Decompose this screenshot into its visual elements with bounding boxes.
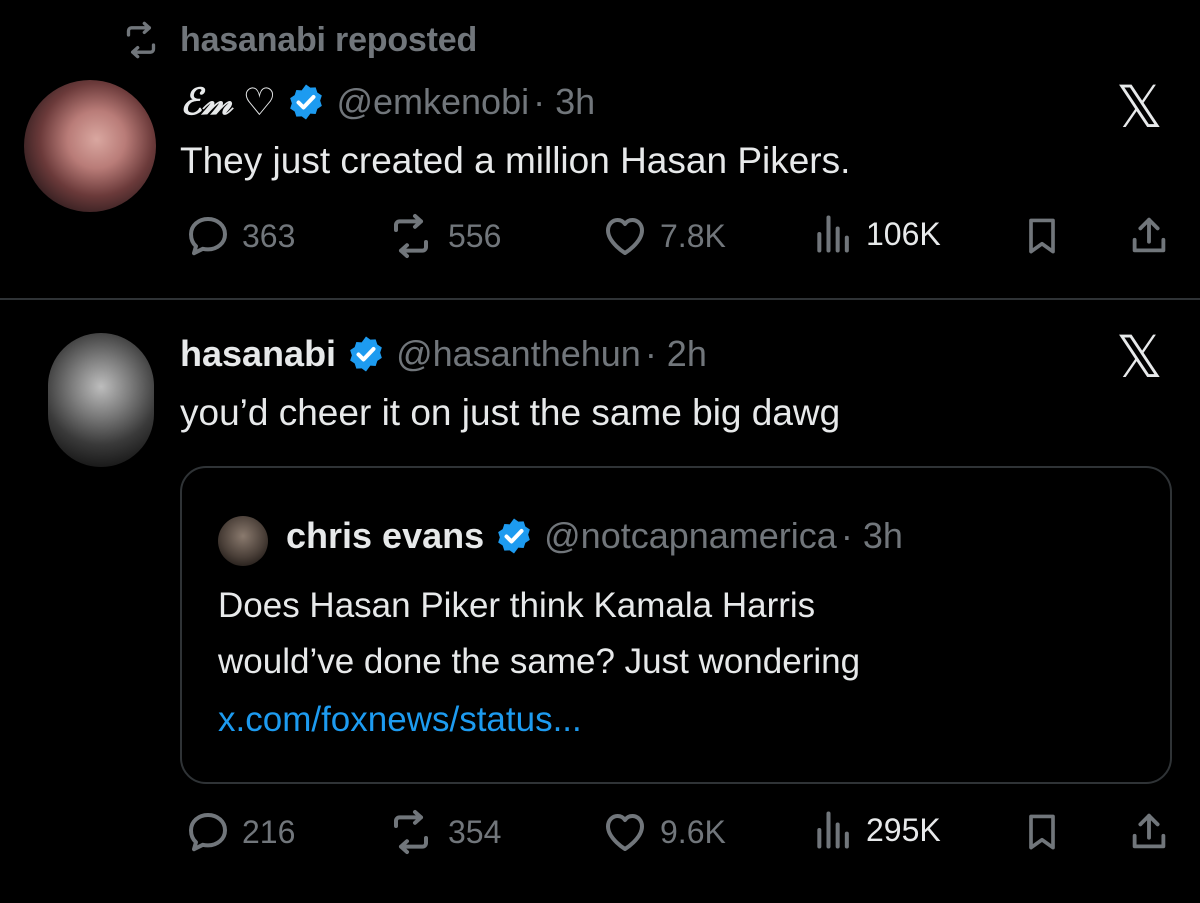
- avatar[interactable]: [48, 333, 154, 467]
- display-name[interactable]: hasanabi: [180, 333, 336, 375]
- verified-badge-icon: [286, 82, 326, 122]
- x-logo-icon: 𝕏: [1116, 73, 1163, 141]
- bookmark-icon: [1020, 808, 1064, 856]
- repost-icon: [118, 20, 164, 60]
- quote-header: chris evans @notcapnamerica · 3h: [286, 512, 903, 560]
- reply-count: 363: [242, 217, 296, 254]
- repost-header: hasanabi reposted: [118, 20, 477, 60]
- display-name[interactable]: chris evans: [286, 515, 484, 557]
- timestamp[interactable]: · 3h: [533, 81, 595, 123]
- views-count: 106K: [866, 215, 941, 252]
- like-count: 9.6K: [660, 813, 726, 850]
- views-button[interactable]: 295K: [812, 808, 941, 852]
- tweet-text: They just created a million Hasan Pikers…: [180, 140, 851, 181]
- handle[interactable]: @notcapnamerica: [544, 515, 837, 557]
- handle[interactable]: @hasanthehun: [396, 333, 641, 375]
- repost-count: 354: [448, 813, 502, 850]
- share-icon: [1126, 212, 1172, 260]
- tweet2-actions: 216 354 9.6K 295K: [0, 808, 1200, 858]
- verified-badge-icon: [494, 516, 534, 556]
- views-icon: [812, 808, 856, 852]
- like-button[interactable]: 9.6K: [600, 808, 726, 856]
- tweet2-header: hasanabi @hasanthehun · 2h: [180, 330, 707, 378]
- bookmark-button[interactable]: [1020, 212, 1064, 260]
- quote-link[interactable]: x.com/foxnews/status...: [218, 700, 582, 740]
- share-button[interactable]: [1126, 212, 1172, 260]
- bookmark-icon: [1020, 212, 1064, 260]
- avatar[interactable]: [24, 80, 156, 212]
- tweet1-actions: 363 556 7.8K 106K: [0, 212, 1200, 262]
- timestamp[interactable]: · 2h: [645, 333, 707, 375]
- repost-count: 556: [448, 217, 502, 254]
- views-icon: [812, 212, 856, 256]
- like-count: 7.8K: [660, 217, 726, 254]
- divider: [0, 298, 1200, 300]
- timestamp[interactable]: · 3h: [841, 515, 903, 557]
- views-count: 295K: [866, 811, 941, 848]
- x-logo-icon: 𝕏: [1116, 323, 1163, 391]
- handle[interactable]: @emkenobi: [336, 81, 529, 123]
- heart-emoji: ♡: [242, 81, 277, 124]
- display-name[interactable]: ℰ𝓂: [180, 81, 232, 124]
- tweet-text: you’d cheer it on just the same big dawg: [180, 392, 841, 433]
- like-button[interactable]: 7.8K: [600, 212, 726, 260]
- repost-icon: [384, 212, 438, 260]
- quote-text-line1: Does Hasan Piker think Kamala Harris: [218, 586, 816, 625]
- reply-count: 216: [242, 813, 296, 850]
- reply-icon: [184, 212, 232, 260]
- tweet1-header: ℰ𝓂 ♡ @emkenobi · 3h: [180, 78, 595, 126]
- repost-button[interactable]: 354: [384, 808, 501, 856]
- avatar[interactable]: [218, 516, 268, 566]
- reply-button[interactable]: 363: [184, 212, 295, 260]
- repost-icon: [384, 808, 438, 856]
- verified-badge-icon: [346, 334, 386, 374]
- quote-text-line2: would’ve done the same? Just wondering: [218, 642, 861, 681]
- bookmark-button[interactable]: [1020, 808, 1064, 856]
- reply-button[interactable]: 216: [184, 808, 295, 856]
- repost-label: hasanabi reposted: [180, 20, 478, 59]
- repost-button[interactable]: 556: [384, 212, 501, 260]
- views-button[interactable]: 106K: [812, 212, 941, 256]
- heart-icon: [600, 212, 650, 260]
- reply-icon: [184, 808, 232, 856]
- share-icon: [1126, 808, 1172, 856]
- share-button[interactable]: [1126, 808, 1172, 856]
- heart-icon: [600, 808, 650, 856]
